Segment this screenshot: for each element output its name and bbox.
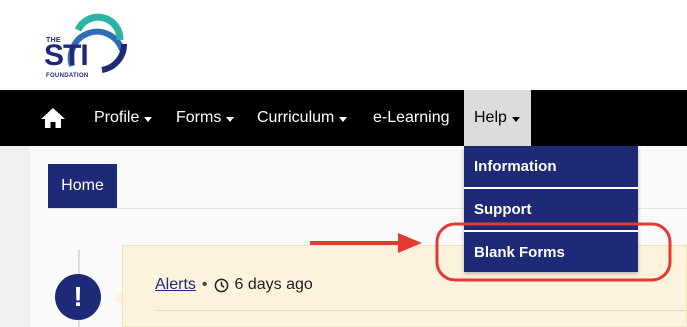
logo-sti-text: STI (44, 39, 89, 72)
alert-dot-separator: • (201, 276, 208, 293)
nav-help-label: Help (474, 109, 507, 126)
help-menu-blank-forms[interactable]: Blank Forms (464, 232, 638, 272)
nav-profile-label: Profile (94, 109, 140, 126)
home-icon (41, 108, 65, 128)
nav-help[interactable]: Help (464, 90, 531, 146)
caret-down-icon (511, 116, 520, 122)
nav-profile[interactable]: Profile (94, 90, 153, 146)
nav-elearning-label: e-Learning (373, 109, 450, 126)
sti-foundation-logo[interactable]: THE STI FOUNDATION (42, 10, 132, 80)
nav-curriculum[interactable]: Curriculum (257, 90, 348, 146)
alert-time-ago: 6 days ago (234, 276, 313, 293)
main-navbar: Profile Forms Curriculum e-Learning Help (0, 90, 687, 146)
logo-foundation-text: FOUNDATION (46, 73, 89, 79)
help-menu-support[interactable]: Support (464, 189, 638, 229)
caret-down-icon (226, 116, 235, 122)
clock-icon (214, 278, 228, 292)
nav-curriculum-label: Curriculum (257, 109, 335, 126)
nav-forms-label: Forms (176, 109, 222, 126)
help-menu-information[interactable]: Information (464, 146, 638, 186)
tab-home[interactable]: Home (48, 164, 117, 208)
caret-down-icon (339, 116, 348, 122)
nav-forms[interactable]: Forms (176, 90, 235, 146)
help-dropdown-menu: Information Support Blank Forms (464, 146, 638, 272)
caret-down-icon (144, 116, 153, 122)
alert-exclamation-icon: ! (55, 274, 101, 320)
nav-elearning[interactable]: e-Learning (373, 90, 450, 146)
alerts-link[interactable]: Alerts (155, 276, 196, 294)
alert-header: Alerts • 6 days ago (155, 276, 313, 294)
nav-home-button[interactable] (40, 107, 66, 129)
alert-card-separator (155, 310, 687, 311)
site-header: THE STI FOUNDATION (0, 0, 687, 90)
